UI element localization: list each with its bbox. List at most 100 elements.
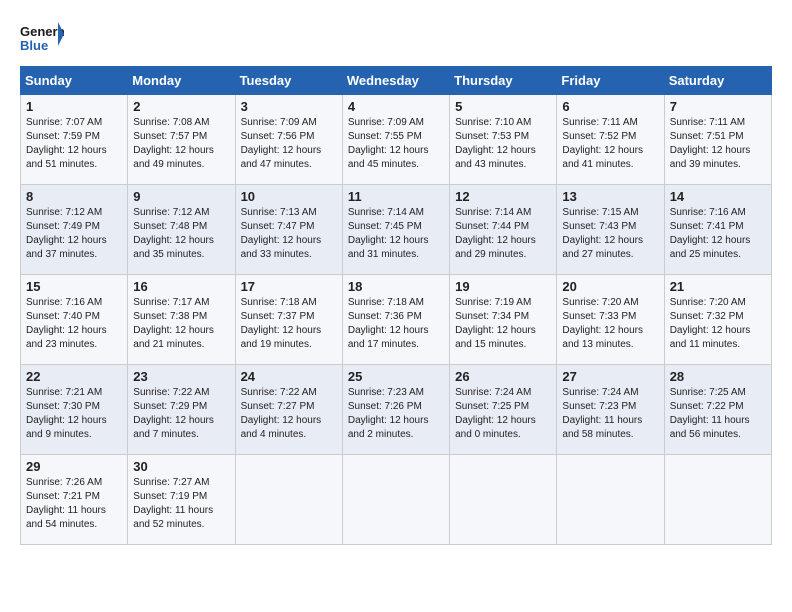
day-number: 2 xyxy=(133,99,229,114)
logo-icon: General Blue xyxy=(20,20,64,56)
calendar-cell: 21Sunrise: 7:20 AMSunset: 7:32 PMDayligh… xyxy=(664,275,771,365)
calendar-week-row: 1Sunrise: 7:07 AMSunset: 7:59 PMDaylight… xyxy=(21,95,772,185)
weekday-header: Sunday xyxy=(21,67,128,95)
cell-text: Sunrise: 7:21 AMSunset: 7:30 PMDaylight:… xyxy=(26,386,122,442)
calendar-cell: 29 Sunrise: 7:26 AMSunset: 7:21 PMDayligh… xyxy=(21,455,128,545)
cell-text: Sunrise: 7:27 AMSunset: 7:19 PMDaylight:… xyxy=(133,476,229,532)
calendar-cell: 19Sunrise: 7:19 AMSunset: 7:34 PMDayligh… xyxy=(450,275,557,365)
day-number: 4 xyxy=(348,99,444,114)
calendar-cell: 3Sunrise: 7:09 AMSunset: 7:56 PMDaylight… xyxy=(235,95,342,185)
calendar-cell: 1Sunrise: 7:07 AMSunset: 7:59 PMDaylight… xyxy=(21,95,128,185)
cell-text: Sunrise: 7:18 AMSunset: 7:36 PMDaylight:… xyxy=(348,296,444,352)
calendar-week-row: 8 Sunrise: 7:12 AMSunset: 7:49 PMDaylight… xyxy=(21,185,772,275)
cell-text: Sunrise: 7:12 AMSunset: 7:49 PMDaylight:… xyxy=(26,206,122,262)
cell-text: Sunrise: 7:14 AMSunset: 7:44 PMDaylight:… xyxy=(455,206,551,262)
svg-text:General: General xyxy=(20,24,64,39)
cell-text: Sunrise: 7:15 AMSunset: 7:43 PMDaylight:… xyxy=(562,206,658,262)
weekday-header: Thursday xyxy=(450,67,557,95)
cell-text: Sunrise: 7:11 AMSunset: 7:51 PMDaylight:… xyxy=(670,116,766,172)
day-number: 9 xyxy=(133,189,229,204)
cell-text: Sunrise: 7:11 AMSunset: 7:52 PMDaylight:… xyxy=(562,116,658,172)
day-number: 12 xyxy=(455,189,551,204)
cell-text: Sunrise: 7:09 AMSunset: 7:55 PMDaylight:… xyxy=(348,116,444,172)
calendar-cell: 15 Sunrise: 7:16 AMSunset: 7:40 PMDayligh… xyxy=(21,275,128,365)
day-number: 26 xyxy=(455,369,551,384)
cell-text: Sunrise: 7:22 AMSunset: 7:29 PMDaylight:… xyxy=(133,386,229,442)
svg-text:Blue: Blue xyxy=(20,38,48,53)
cell-text: Sunrise: 7:24 AMSunset: 7:25 PMDaylight:… xyxy=(455,386,551,442)
calendar-cell: 6 Sunrise: 7:11 AMSunset: 7:52 PMDaylight… xyxy=(557,95,664,185)
cell-text: Sunrise: 7:16 AMSunset: 7:40 PMDaylight:… xyxy=(26,296,122,352)
calendar-cell: 9 Sunrise: 7:12 AMSunset: 7:48 PMDaylight… xyxy=(128,185,235,275)
weekday-header: Tuesday xyxy=(235,67,342,95)
day-number: 17 xyxy=(241,279,337,294)
cell-text: Sunrise: 7:22 AMSunset: 7:27 PMDaylight:… xyxy=(241,386,337,442)
cell-text: Sunrise: 7:07 AMSunset: 7:59 PMDaylight:… xyxy=(26,116,122,172)
day-number: 10 xyxy=(241,189,337,204)
calendar-cell: 12 Sunrise: 7:14 AMSunset: 7:44 PMDayligh… xyxy=(450,185,557,275)
calendar-cell: 22 Sunrise: 7:21 AMSunset: 7:30 PMDayligh… xyxy=(21,365,128,455)
calendar-table: SundayMondayTuesdayWednesdayThursdayFrid… xyxy=(20,66,772,545)
day-number: 25 xyxy=(348,369,444,384)
day-number: 6 xyxy=(562,99,658,114)
calendar-cell: 26 Sunrise: 7:24 AMSunset: 7:25 PMDayligh… xyxy=(450,365,557,455)
cell-text: Sunrise: 7:23 AMSunset: 7:26 PMDaylight:… xyxy=(348,386,444,442)
day-number: 30 xyxy=(133,459,229,474)
calendar-cell: 13Sunrise: 7:15 AMSunset: 7:43 PMDayligh… xyxy=(557,185,664,275)
day-number: 8 xyxy=(26,189,122,204)
cell-text: Sunrise: 7:14 AMSunset: 7:45 PMDaylight:… xyxy=(348,206,444,262)
day-number: 19 xyxy=(455,279,551,294)
calendar-cell: 27Sunrise: 7:24 AMSunset: 7:23 PMDayligh… xyxy=(557,365,664,455)
calendar-cell xyxy=(450,455,557,545)
cell-text: Sunrise: 7:16 AMSunset: 7:41 PMDaylight:… xyxy=(670,206,766,262)
day-number: 29 xyxy=(26,459,122,474)
calendar-cell: 4 Sunrise: 7:09 AMSunset: 7:55 PMDaylight… xyxy=(342,95,449,185)
cell-text: Sunrise: 7:25 AMSunset: 7:22 PMDaylight:… xyxy=(670,386,766,442)
calendar-cell: 7 Sunrise: 7:11 AMSunset: 7:51 PMDaylight… xyxy=(664,95,771,185)
day-number: 27 xyxy=(562,369,658,384)
calendar-cell: 2Sunrise: 7:08 AMSunset: 7:57 PMDaylight… xyxy=(128,95,235,185)
cell-text: Sunrise: 7:20 AMSunset: 7:33 PMDaylight:… xyxy=(562,296,658,352)
calendar-cell: 18 Sunrise: 7:18 AMSunset: 7:36 PMDayligh… xyxy=(342,275,449,365)
calendar-cell: 5 Sunrise: 7:10 AMSunset: 7:53 PMDaylight… xyxy=(450,95,557,185)
calendar-cell: 25 Sunrise: 7:23 AMSunset: 7:26 PMDayligh… xyxy=(342,365,449,455)
day-number: 22 xyxy=(26,369,122,384)
calendar-cell: 17 Sunrise: 7:18 AMSunset: 7:37 PMDayligh… xyxy=(235,275,342,365)
calendar-cell xyxy=(342,455,449,545)
cell-text: Sunrise: 7:20 AMSunset: 7:32 PMDaylight:… xyxy=(670,296,766,352)
calendar-cell: 28 Sunrise: 7:25 AMSunset: 7:22 PMDayligh… xyxy=(664,365,771,455)
cell-text: Sunrise: 7:12 AMSunset: 7:48 PMDaylight:… xyxy=(133,206,229,262)
calendar-cell: 20 Sunrise: 7:20 AMSunset: 7:33 PMDayligh… xyxy=(557,275,664,365)
calendar-cell: 11 Sunrise: 7:14 AMSunset: 7:45 PMDayligh… xyxy=(342,185,449,275)
calendar-cell: 14Sunrise: 7:16 AMSunset: 7:41 PMDayligh… xyxy=(664,185,771,275)
cell-text: Sunrise: 7:13 AMSunset: 7:47 PMDaylight:… xyxy=(241,206,337,262)
calendar-body: 1Sunrise: 7:07 AMSunset: 7:59 PMDaylight… xyxy=(21,95,772,545)
day-number: 7 xyxy=(670,99,766,114)
calendar-cell xyxy=(235,455,342,545)
day-number: 28 xyxy=(670,369,766,384)
day-number: 18 xyxy=(348,279,444,294)
calendar-header-row: SundayMondayTuesdayWednesdayThursdayFrid… xyxy=(21,67,772,95)
calendar-week-row: 22 Sunrise: 7:21 AMSunset: 7:30 PMDayligh… xyxy=(21,365,772,455)
calendar-cell xyxy=(557,455,664,545)
calendar-cell: 30 Sunrise: 7:27 AMSunset: 7:19 PMDayligh… xyxy=(128,455,235,545)
cell-text: Sunrise: 7:10 AMSunset: 7:53 PMDaylight:… xyxy=(455,116,551,172)
day-number: 20 xyxy=(562,279,658,294)
day-number: 5 xyxy=(455,99,551,114)
day-number: 23 xyxy=(133,369,229,384)
cell-text: Sunrise: 7:26 AMSunset: 7:21 PMDaylight:… xyxy=(26,476,122,532)
logo: General Blue xyxy=(20,20,68,56)
weekday-header: Wednesday xyxy=(342,67,449,95)
day-number: 11 xyxy=(348,189,444,204)
weekday-header: Monday xyxy=(128,67,235,95)
calendar-cell xyxy=(664,455,771,545)
day-number: 3 xyxy=(241,99,337,114)
cell-text: Sunrise: 7:18 AMSunset: 7:37 PMDaylight:… xyxy=(241,296,337,352)
calendar-cell: 10 Sunrise: 7:13 AMSunset: 7:47 PMDayligh… xyxy=(235,185,342,275)
calendar-cell: 16 Sunrise: 7:17 AMSunset: 7:38 PMDayligh… xyxy=(128,275,235,365)
weekday-header: Friday xyxy=(557,67,664,95)
cell-text: Sunrise: 7:17 AMSunset: 7:38 PMDaylight:… xyxy=(133,296,229,352)
day-number: 15 xyxy=(26,279,122,294)
calendar-cell: 8 Sunrise: 7:12 AMSunset: 7:49 PMDaylight… xyxy=(21,185,128,275)
day-number: 16 xyxy=(133,279,229,294)
